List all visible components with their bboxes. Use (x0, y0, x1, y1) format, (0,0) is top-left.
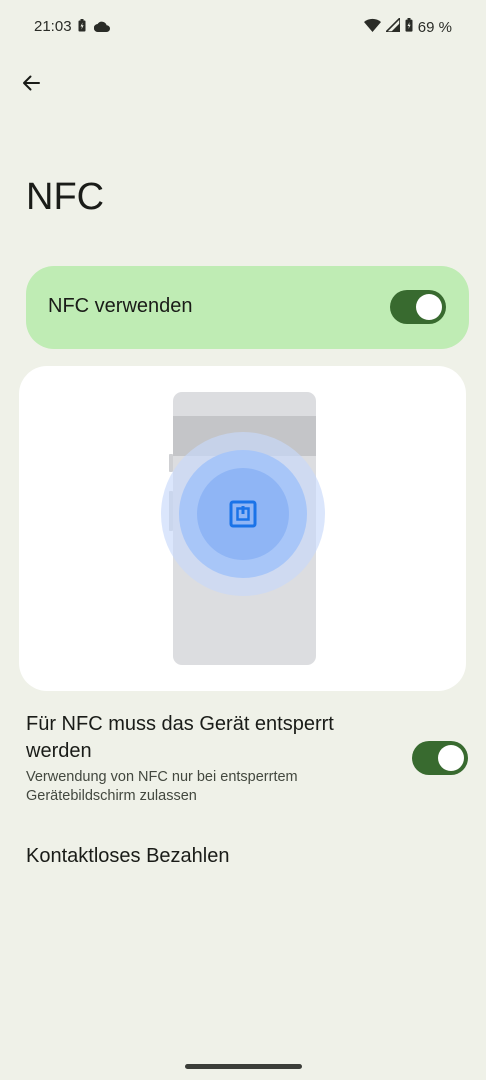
arrow-back-icon (21, 73, 41, 98)
page-title: NFC (26, 176, 105, 218)
gesture-nav-handle[interactable] (185, 1064, 302, 1069)
battery-saver-icon (78, 19, 86, 37)
nfc-illustration (161, 392, 325, 665)
back-button[interactable] (14, 68, 48, 102)
require-unlock-setting[interactable]: Für NFC muss das Gerät entsperrt werden … (26, 708, 469, 814)
require-unlock-title: Für NFC muss das Gerät entsperrt werden (26, 713, 334, 762)
nfc-main-switch-card[interactable]: NFC verwenden (26, 266, 469, 349)
cell-signal-icon (383, 16, 401, 36)
nfc-main-switch-label: NFC verwenden (48, 295, 193, 317)
battery-icon (405, 18, 413, 36)
status-bar: 21:03 69 % (0, 0, 486, 56)
wifi-icon (363, 18, 381, 36)
require-unlock-toggle[interactable] (412, 741, 468, 775)
nfc-main-toggle[interactable] (390, 290, 446, 324)
status-right-group: 69 % (363, 16, 452, 36)
status-time: 21:03 (34, 18, 72, 35)
contactless-payments-item[interactable]: Kontaktloses Bezahlen (26, 845, 229, 868)
battery-percent: 69 % (417, 18, 452, 36)
toggle-knob (416, 294, 442, 320)
phone-side-button (169, 454, 173, 472)
nfc-illustration-card (19, 366, 466, 691)
toggle-knob (438, 745, 464, 771)
require-unlock-summary: Verwendung von NFC nur bei entsperrtem G… (26, 769, 298, 804)
status-left-icons (78, 19, 110, 37)
cloud-icon (93, 19, 110, 37)
